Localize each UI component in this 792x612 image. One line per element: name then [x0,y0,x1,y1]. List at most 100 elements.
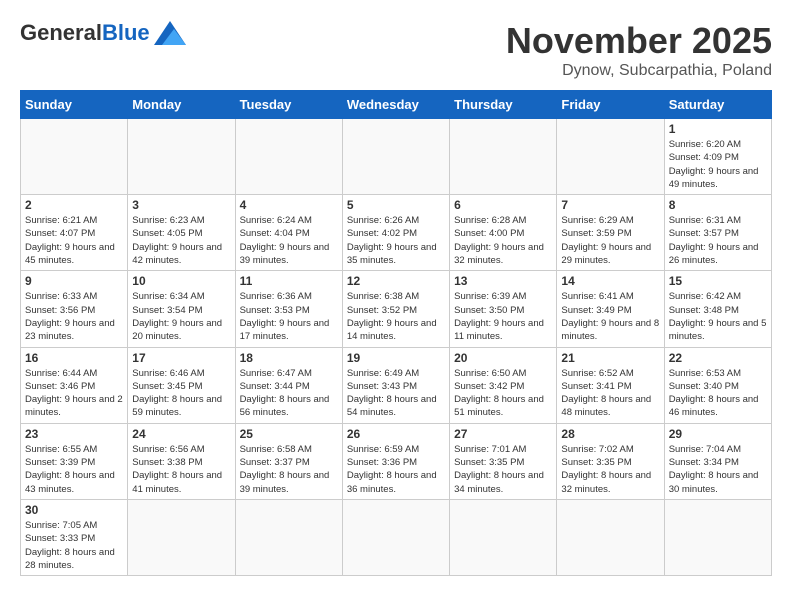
day-info: Sunrise: 6:44 AM Sunset: 3:46 PM Dayligh… [25,367,123,420]
calendar-cell: 20 Sunrise: 6:50 AM Sunset: 3:42 PM Dayli… [450,347,557,423]
day-number: 10 [132,274,230,288]
weekday-header-tuesday: Tuesday [235,91,342,119]
calendar-cell [128,499,235,575]
calendar-cell: 16 Sunrise: 6:44 AM Sunset: 3:46 PM Dayli… [21,347,128,423]
day-number: 11 [240,274,338,288]
day-number: 4 [240,198,338,212]
day-number: 26 [347,427,445,441]
day-number: 30 [25,503,123,517]
day-info: Sunrise: 6:53 AM Sunset: 3:40 PM Dayligh… [669,367,767,420]
day-number: 21 [561,351,659,365]
calendar-cell: 29Sunrise: 7:04 AM Sunset: 3:34 PM Dayli… [664,423,771,499]
calendar-week-row: 30 Sunrise: 7:05 AM Sunset: 3:33 PM Dayli… [21,499,772,575]
day-number: 1 [669,122,767,136]
day-info: Sunrise: 6:41 AM Sunset: 3:49 PM Dayligh… [561,290,659,343]
day-info: Sunrise: 6:31 AM Sunset: 3:57 PM Dayligh… [669,214,767,267]
day-info: Sunrise: 6:34 AM Sunset: 3:54 PM Dayligh… [132,290,230,343]
day-info: Sunrise: 6:42 AM Sunset: 3:48 PM Dayligh… [669,290,767,343]
day-info: Sunrise: 7:04 AM Sunset: 3:34 PM Dayligh… [669,443,767,496]
weekday-header-saturday: Saturday [664,91,771,119]
day-info: Sunrise: 6:21 AM Sunset: 4:07 PM Dayligh… [25,214,123,267]
day-number: 16 [25,351,123,365]
day-info: Sunrise: 6:29 AM Sunset: 3:59 PM Dayligh… [561,214,659,267]
calendar-cell: 25Sunrise: 6:58 AM Sunset: 3:37 PM Dayli… [235,423,342,499]
day-number: 18 [240,351,338,365]
day-number: 13 [454,274,552,288]
day-number: 20 [454,351,552,365]
day-info: Sunrise: 6:49 AM Sunset: 3:43 PM Dayligh… [347,367,445,420]
calendar-cell: 14 Sunrise: 6:41 AM Sunset: 3:49 PM Dayli… [557,271,664,347]
day-info: Sunrise: 6:38 AM Sunset: 3:52 PM Dayligh… [347,290,445,343]
calendar-header-row: SundayMondayTuesdayWednesdayThursdayFrid… [21,91,772,119]
page-container: General Blue November 2025 Dynow, Subcar… [20,20,772,576]
logo: General Blue [20,20,186,46]
day-info: Sunrise: 6:24 AM Sunset: 4:04 PM Dayligh… [240,214,338,267]
calendar-cell: 28 Sunrise: 7:02 AM Sunset: 3:35 PM Dayli… [557,423,664,499]
calendar-cell: 13 Sunrise: 6:39 AM Sunset: 3:50 PM Dayli… [450,271,557,347]
day-info: Sunrise: 6:28 AM Sunset: 4:00 PM Dayligh… [454,214,552,267]
day-number: 8 [669,198,767,212]
day-number: 23 [25,427,123,441]
calendar-cell: 22Sunrise: 6:53 AM Sunset: 3:40 PM Dayli… [664,347,771,423]
weekday-header-thursday: Thursday [450,91,557,119]
calendar-cell: 1 Sunrise: 6:20 AM Sunset: 4:09 PM Daylig… [664,119,771,195]
calendar-cell: 8 Sunrise: 6:31 AM Sunset: 3:57 PM Daylig… [664,195,771,271]
day-info: Sunrise: 6:58 AM Sunset: 3:37 PM Dayligh… [240,443,338,496]
calendar-cell: 19 Sunrise: 6:49 AM Sunset: 3:43 PM Dayli… [342,347,449,423]
day-number: 14 [561,274,659,288]
day-number: 15 [669,274,767,288]
calendar-cell: 23 Sunrise: 6:55 AM Sunset: 3:39 PM Dayli… [21,423,128,499]
logo-general-text: General [20,20,102,46]
calendar-cell [342,119,449,195]
day-info: Sunrise: 6:36 AM Sunset: 3:53 PM Dayligh… [240,290,338,343]
calendar-week-row: 16 Sunrise: 6:44 AM Sunset: 3:46 PM Dayli… [21,347,772,423]
logo-area: General Blue [20,20,186,46]
day-number: 3 [132,198,230,212]
calendar-cell: 12Sunrise: 6:38 AM Sunset: 3:52 PM Dayli… [342,271,449,347]
day-info: Sunrise: 6:47 AM Sunset: 3:44 PM Dayligh… [240,367,338,420]
day-number: 24 [132,427,230,441]
day-info: Sunrise: 7:02 AM Sunset: 3:35 PM Dayligh… [561,443,659,496]
calendar-cell [128,119,235,195]
day-info: Sunrise: 6:26 AM Sunset: 4:02 PM Dayligh… [347,214,445,267]
calendar-cell: 2Sunrise: 6:21 AM Sunset: 4:07 PM Daylig… [21,195,128,271]
day-number: 27 [454,427,552,441]
calendar-cell: 11 Sunrise: 6:36 AM Sunset: 3:53 PM Dayli… [235,271,342,347]
day-number: 6 [454,198,552,212]
day-info: Sunrise: 6:33 AM Sunset: 3:56 PM Dayligh… [25,290,123,343]
calendar-cell: 3 Sunrise: 6:23 AM Sunset: 4:05 PM Daylig… [128,195,235,271]
calendar-cell: 9 Sunrise: 6:33 AM Sunset: 3:56 PM Daylig… [21,271,128,347]
month-title: November 2025 [506,20,772,62]
day-info: Sunrise: 6:50 AM Sunset: 3:42 PM Dayligh… [454,367,552,420]
day-info: Sunrise: 7:05 AM Sunset: 3:33 PM Dayligh… [25,519,123,572]
calendar-cell [21,119,128,195]
weekday-header-friday: Friday [557,91,664,119]
day-number: 9 [25,274,123,288]
day-info: Sunrise: 6:20 AM Sunset: 4:09 PM Dayligh… [669,138,767,191]
day-info: Sunrise: 6:39 AM Sunset: 3:50 PM Dayligh… [454,290,552,343]
calendar-cell: 7 Sunrise: 6:29 AM Sunset: 3:59 PM Daylig… [557,195,664,271]
calendar-cell [557,499,664,575]
weekday-header-sunday: Sunday [21,91,128,119]
logo-icon [154,21,186,45]
day-number: 7 [561,198,659,212]
calendar-week-row: 9 Sunrise: 6:33 AM Sunset: 3:56 PM Daylig… [21,271,772,347]
calendar-cell: 30 Sunrise: 7:05 AM Sunset: 3:33 PM Dayli… [21,499,128,575]
calendar-cell: 4 Sunrise: 6:24 AM Sunset: 4:04 PM Daylig… [235,195,342,271]
calendar-cell: 17Sunrise: 6:46 AM Sunset: 3:45 PM Dayli… [128,347,235,423]
day-number: 5 [347,198,445,212]
day-number: 19 [347,351,445,365]
weekday-header-monday: Monday [128,91,235,119]
calendar-cell [557,119,664,195]
weekday-header-wednesday: Wednesday [342,91,449,119]
calendar-cell: 5 Sunrise: 6:26 AM Sunset: 4:02 PM Daylig… [342,195,449,271]
day-info: Sunrise: 6:55 AM Sunset: 3:39 PM Dayligh… [25,443,123,496]
calendar-cell: 21Sunrise: 6:52 AM Sunset: 3:41 PM Dayli… [557,347,664,423]
calendar-cell [235,499,342,575]
day-number: 28 [561,427,659,441]
day-info: Sunrise: 6:46 AM Sunset: 3:45 PM Dayligh… [132,367,230,420]
calendar-cell [450,119,557,195]
day-info: Sunrise: 6:59 AM Sunset: 3:36 PM Dayligh… [347,443,445,496]
calendar-week-row: 2Sunrise: 6:21 AM Sunset: 4:07 PM Daylig… [21,195,772,271]
day-info: Sunrise: 6:23 AM Sunset: 4:05 PM Dayligh… [132,214,230,267]
